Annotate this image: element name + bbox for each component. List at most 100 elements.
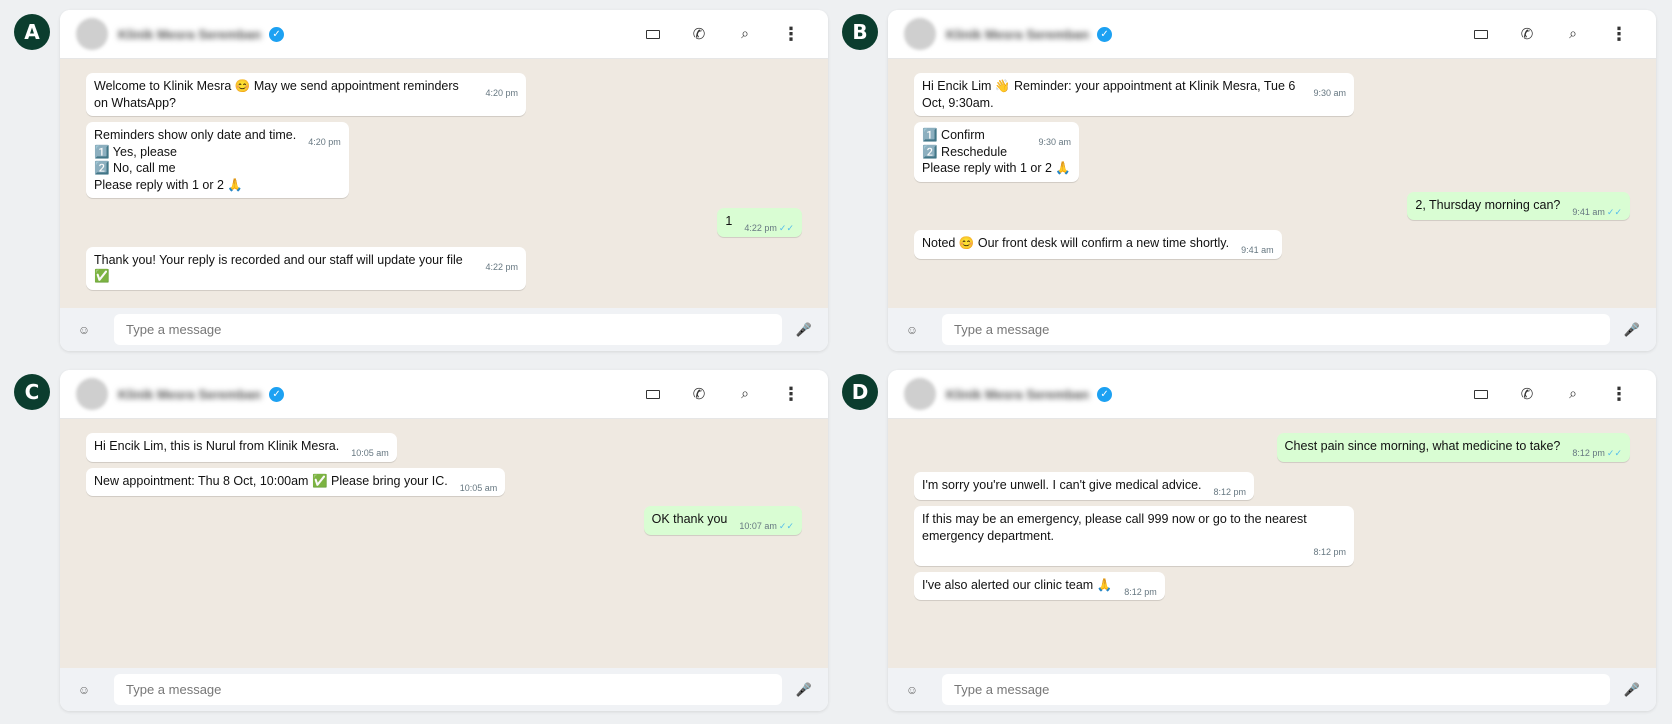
panel-label-badge: C [14, 374, 50, 410]
emoji-icon[interactable]: ☺ [72, 323, 96, 337]
message-timestamp: 8:12 pm [922, 544, 1346, 561]
microphone-icon[interactable]: 🎤 [1620, 322, 1644, 338]
phone-call-icon[interactable]: ✆ [676, 25, 722, 43]
message-text: 2, Thursday morning can? [1415, 197, 1561, 212]
chat-header: Klinik Mesra Seremban ✓ ✆ ⌕ ⋮ [60, 370, 828, 419]
verified-icon: ✓ [1097, 386, 1113, 402]
message-text: OK thank you [651, 512, 728, 526]
timestamp-text: 8:12 pm [1572, 448, 1605, 458]
search-icon[interactable]: ⌕ [1550, 386, 1596, 402]
incoming-message-bubble[interactable]: If this may be an emergency, please call… [914, 506, 1354, 566]
incoming-message-bubble[interactable]: 8:12 pm I'm sorry you're unwell. I can't … [914, 471, 1255, 500]
incoming-message-bubble[interactable]: 9:41 am Noted 😊 Our front desk will confi… [914, 230, 1282, 259]
emoji-icon[interactable]: ☺ [900, 323, 924, 337]
outgoing-message-bubble[interactable]: 8:12 pm ✓✓ Chest pain since morning, what … [1276, 433, 1630, 462]
message-text: Noted 😊 Our front desk will confirm a ne… [922, 236, 1230, 250]
contact-avatar[interactable] [904, 18, 936, 50]
incoming-message-row: 9:30 am Hi Encik Lim 👋 Reminder: your app… [914, 73, 1630, 116]
incoming-message-row: 4:20 pm Welcome to Klinik Mesra 😊 May we … [86, 73, 802, 116]
incoming-message-bubble[interactable]: 10:05 am Hi Encik Lim, this is Nurul from… [86, 433, 397, 462]
incoming-message-bubble[interactable]: 9:30 am 1️⃣ Confirm 2️⃣ Reschedule Please… [914, 122, 1079, 182]
message-input[interactable] [942, 674, 1610, 705]
message-text: Reminders show only date and time. 1️⃣ Y… [94, 128, 297, 192]
verified-icon: ✓ [1097, 26, 1113, 42]
timestamp-text: 4:22 pm [485, 261, 518, 272]
outgoing-message-row: 8:12 pm ✓✓ Chest pain since morning, what … [914, 433, 1630, 462]
message-composer: ☺ 🎤 [60, 308, 828, 351]
read-receipt-icon: ✓✓ [778, 521, 794, 531]
incoming-message-bubble[interactable]: 4:20 pm Welcome to Klinik Mesra 😊 May we … [86, 73, 526, 116]
contact-name[interactable]: Klinik Mesra Seremban [946, 387, 1089, 402]
message-text: If this may be an emergency, please call… [922, 512, 1307, 543]
panel-label-badge: D [842, 374, 878, 410]
message-timestamp: 4:20 pm [308, 134, 341, 151]
verified-icon: ✓ [269, 386, 285, 402]
outgoing-message-bubble[interactable]: 9:41 am ✓✓ 2, Thursday morning can? [1407, 191, 1630, 220]
emoji-icon[interactable]: ☺ [72, 683, 96, 697]
video-call-icon[interactable] [630, 385, 676, 403]
incoming-message-row: 4:20 pm Reminders show only date and time… [86, 122, 802, 198]
message-input[interactable] [114, 674, 782, 705]
timestamp-text: 10:05 am [459, 482, 498, 493]
microphone-icon[interactable]: 🎤 [1620, 682, 1644, 698]
more-options-icon[interactable]: ⋮ [1596, 24, 1642, 45]
message-list: 4:20 pm Welcome to Klinik Mesra 😊 May we … [60, 59, 828, 308]
incoming-message-bubble[interactable]: 4:20 pm Reminders show only date and time… [86, 122, 349, 198]
more-options-icon[interactable]: ⋮ [768, 24, 814, 45]
timestamp-text: 10:07 am [739, 521, 777, 531]
incoming-message-bubble[interactable]: 9:30 am Hi Encik Lim 👋 Reminder: your app… [914, 73, 1354, 116]
panel-label-badge: B [842, 14, 878, 50]
outgoing-message-bubble[interactable]: 4:22 pm ✓✓ 1 [717, 208, 802, 237]
contact-avatar[interactable] [76, 378, 108, 410]
message-timestamp: 9:30 am [1313, 85, 1346, 102]
phone-call-icon[interactable]: ✆ [676, 385, 722, 403]
incoming-message-row: 4:22 pm Thank you! Your reply is recorded… [86, 246, 802, 290]
message-timestamp: 4:22 pm [485, 259, 518, 276]
outgoing-message-row: 10:07 am ✓✓ OK thank you [86, 506, 802, 535]
message-text: Thank you! Your reply is recorded and ou… [94, 252, 463, 284]
incoming-message-bubble[interactable]: 4:22 pm Thank you! Your reply is recorded… [86, 246, 526, 290]
contact-name[interactable]: Klinik Mesra Seremban [118, 387, 261, 402]
incoming-message-row: 8:12 pm I've also alerted our clinic team… [914, 571, 1630, 600]
message-timestamp: 4:22 pm ✓✓ [744, 220, 794, 237]
contact-name[interactable]: Klinik Mesra Seremban [946, 27, 1089, 42]
timestamp-text: 10:05 am [351, 448, 389, 458]
timestamp-text: 9:41 am [1572, 206, 1605, 217]
search-icon[interactable]: ⌕ [722, 386, 768, 402]
search-icon[interactable]: ⌕ [1550, 26, 1596, 42]
message-input[interactable] [942, 314, 1610, 345]
incoming-message-bubble[interactable]: 8:12 pm I've also alerted our clinic team… [914, 571, 1165, 600]
chat-header: Klinik Mesra Seremban ✓ ✆ ⌕ ⋮ [888, 370, 1656, 419]
timestamp-text: 8:12 pm [1213, 486, 1247, 497]
timestamp-text: 4:20 pm [485, 88, 518, 98]
message-text: New appointment: Thu 8 Oct, 10:00am ✅ Pl… [94, 473, 448, 488]
message-timestamp: 10:05 am [460, 480, 498, 497]
video-call-icon[interactable] [630, 25, 676, 43]
incoming-message-row: If this may be an emergency, please call… [914, 506, 1630, 566]
timestamp-text: 8:12 pm [1313, 547, 1346, 557]
phone-call-icon[interactable]: ✆ [1504, 385, 1550, 403]
chat-window: Klinik Mesra Seremban ✓ ✆ ⌕ ⋮ 4:20 pm Wel… [60, 10, 828, 351]
video-call-icon[interactable] [1458, 385, 1504, 403]
more-options-icon[interactable]: ⋮ [768, 384, 814, 405]
microphone-icon[interactable]: 🎤 [792, 322, 816, 338]
more-options-icon[interactable]: ⋮ [1596, 384, 1642, 405]
microphone-icon[interactable]: 🎤 [792, 682, 816, 698]
contact-avatar[interactable] [904, 378, 936, 410]
phone-call-icon[interactable]: ✆ [1504, 25, 1550, 43]
outgoing-message-bubble[interactable]: 10:07 am ✓✓ OK thank you [643, 506, 802, 535]
contact-avatar[interactable] [76, 18, 108, 50]
chat-panel-a: A Klinik Mesra Seremban ✓ ✆ ⌕ ⋮ 4:20 pm W… [14, 10, 828, 351]
emoji-icon[interactable]: ☺ [900, 683, 924, 697]
chat-panel-d: D Klinik Mesra Seremban ✓ ✆ ⌕ ⋮ 8:12 pm ✓… [842, 370, 1656, 711]
incoming-message-row: 8:12 pm I'm sorry you're unwell. I can't … [914, 471, 1630, 500]
search-icon[interactable]: ⌕ [722, 26, 768, 42]
incoming-message-row: 10:05 am Hi Encik Lim, this is Nurul from… [86, 433, 802, 462]
message-input[interactable] [114, 314, 782, 345]
video-call-icon[interactable] [1458, 25, 1504, 43]
chat-window: Klinik Mesra Seremban ✓ ✆ ⌕ ⋮ 8:12 pm ✓✓ C… [888, 370, 1656, 711]
incoming-message-row: 9:30 am 1️⃣ Confirm 2️⃣ Reschedule Please… [914, 122, 1630, 182]
contact-name[interactable]: Klinik Mesra Seremban [118, 27, 261, 42]
message-composer: ☺ 🎤 [60, 668, 828, 711]
incoming-message-bubble[interactable]: 10:05 am New appointment: Thu 8 Oct, 10:0… [86, 467, 506, 497]
